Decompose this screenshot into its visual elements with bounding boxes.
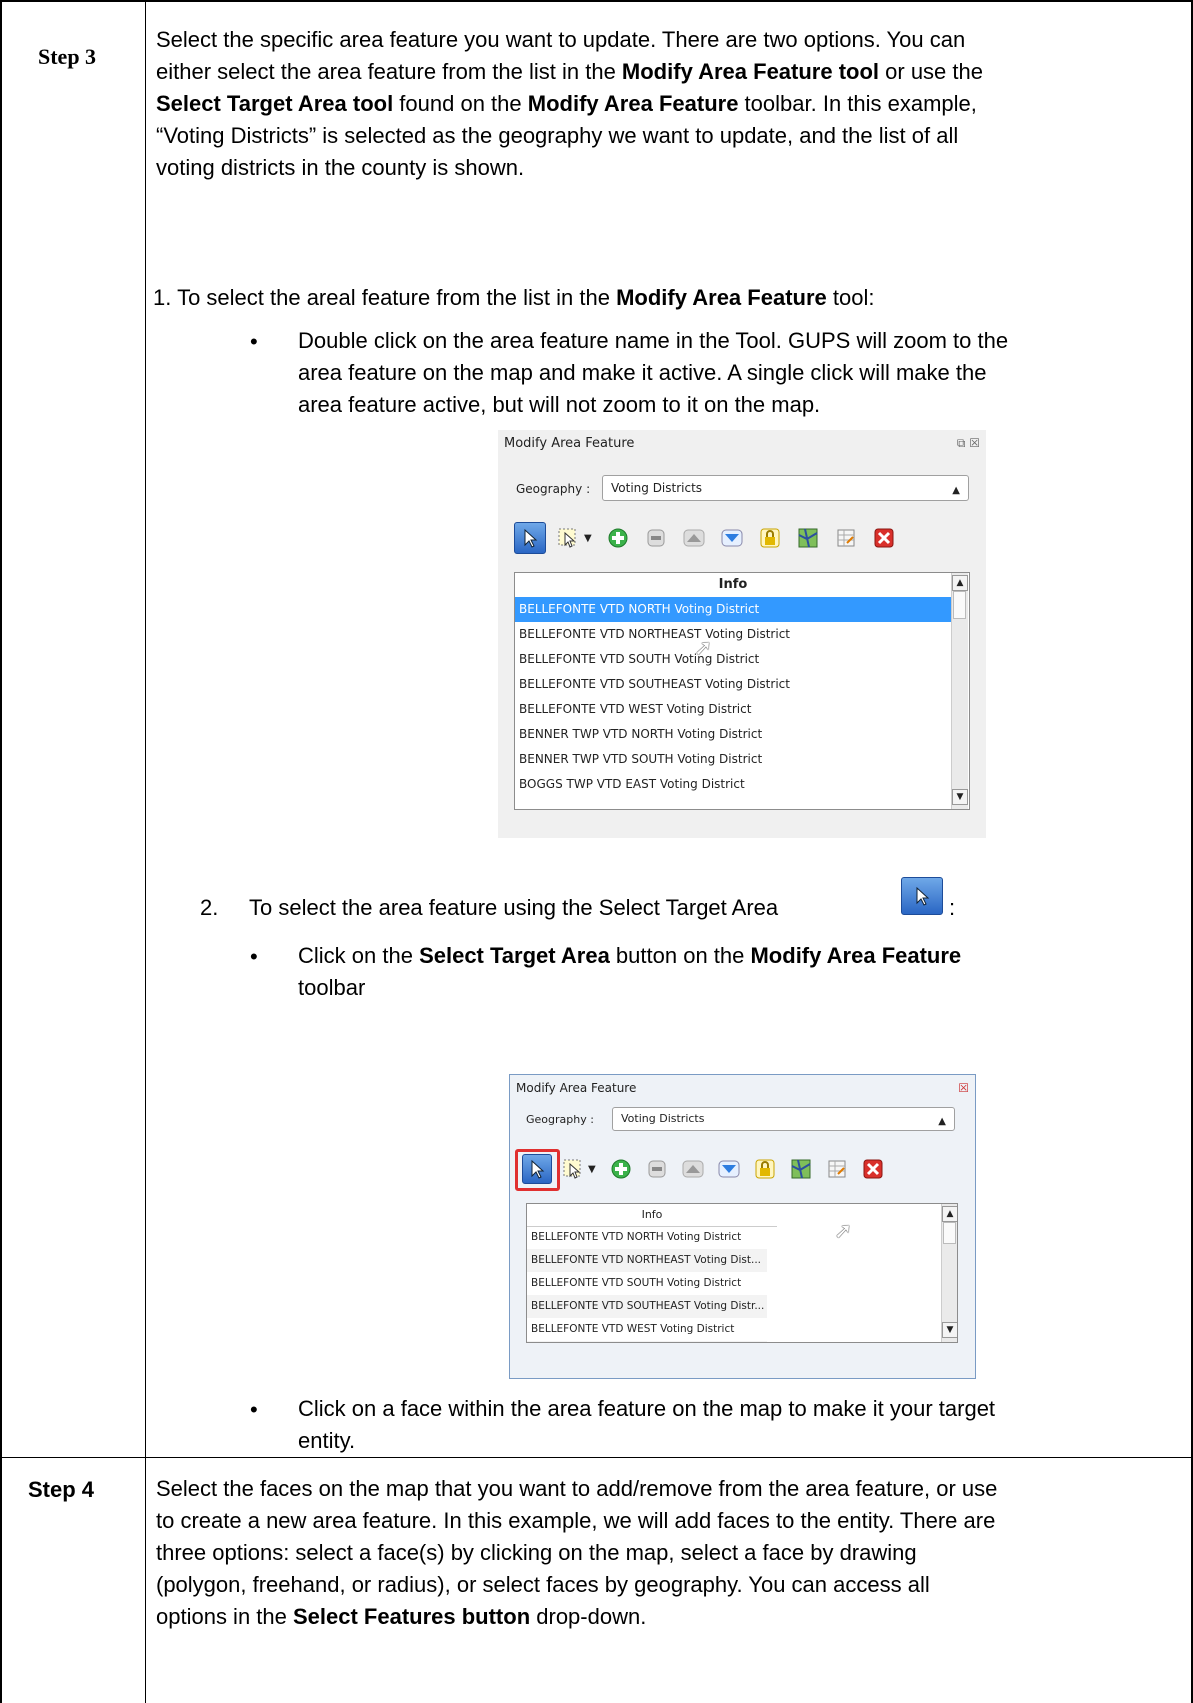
vertical-scrollbar[interactable]: ▲ ▼ — [951, 573, 968, 809]
option-1-text: 1. To select the areal feature from the … — [153, 285, 875, 310]
table-border-top — [0, 0, 1193, 2]
highlight-box — [515, 1149, 560, 1191]
table-icon[interactable] — [830, 522, 862, 554]
info-listbox[interactable]: Info BELLEFONTE VTD NORTH Voting Distric… — [514, 572, 970, 810]
option-2-number: 2. — [200, 895, 219, 920]
option-2-text: To select the area feature using the Sel… — [249, 895, 779, 920]
text-line: three options: select a face(s) by click… — [156, 1540, 917, 1565]
geography-select[interactable]: Voting Districts ▲ — [612, 1107, 955, 1131]
lock-icon[interactable] — [750, 1154, 780, 1184]
list-item[interactable]: BENNER TWP VTD SOUTH Voting District — [515, 747, 951, 772]
add-icon[interactable] — [606, 1154, 636, 1184]
panel-title: Modify Area Feature — [504, 436, 635, 451]
scroll-up-button[interactable]: ▲ — [952, 575, 968, 591]
close-red-icon[interactable] — [868, 522, 900, 554]
text-line: Select the specific area feature you wan… — [156, 27, 966, 52]
move-up-icon[interactable] — [678, 1154, 708, 1184]
list-item[interactable]: BELLEFONTE VTD WEST Voting District — [515, 697, 951, 722]
text-line: (polygon, freehand, or radius), or selec… — [156, 1572, 930, 1597]
select-arrows-icon: ▲ — [952, 485, 960, 496]
text-line: voting districts in the county is shown. — [156, 155, 525, 180]
scroll-thumb[interactable] — [943, 1222, 956, 1244]
text-line: options in the Select Features button dr… — [156, 1604, 647, 1629]
text-line: area feature active, but will not zoom t… — [298, 392, 821, 417]
mouse-cursor-icon: ➚ — [834, 1219, 853, 1244]
select-arrows-icon: ▲ — [938, 1116, 946, 1127]
list-item[interactable]: BELLEFONTE VTD SOUTH Voting District — [527, 1272, 767, 1295]
vertical-scrollbar[interactable]: ▲ ▼ — [941, 1204, 957, 1342]
text-line: Select Target Area tool found on the Mod… — [156, 91, 977, 116]
select-features-dropdown-icon[interactable] — [552, 522, 584, 554]
dropdown-arrow-icon[interactable]: ▼ — [588, 1164, 596, 1175]
step-3-label: Step 3 — [38, 44, 97, 69]
info-column-header[interactable]: Info — [527, 1204, 777, 1227]
select-target-area-icon — [901, 877, 943, 915]
geography-label: Geography : — [526, 1113, 594, 1126]
scroll-down-button[interactable]: ▼ — [952, 789, 968, 805]
list-item[interactable]: BELLEFONTE VTD NORTH Voting District — [515, 597, 951, 622]
close-red-icon[interactable] — [858, 1154, 888, 1184]
table-icon[interactable] — [822, 1154, 852, 1184]
scroll-up-button[interactable]: ▲ — [942, 1206, 957, 1222]
list-item[interactable]: BELLEFONTE VTD SOUTHEAST Voting District — [515, 672, 951, 697]
scroll-thumb[interactable] — [953, 591, 966, 619]
text-line: Double click on the area feature name in… — [298, 328, 1009, 353]
column-divider — [145, 0, 146, 1703]
move-down-icon[interactable] — [714, 1154, 744, 1184]
text-line: area feature on the map and make it acti… — [298, 360, 987, 385]
geography-select[interactable]: Voting Districts ▲ — [602, 475, 969, 501]
bullet-dot: • — [250, 1397, 258, 1422]
select-features-dropdown-icon[interactable] — [558, 1154, 588, 1184]
select-target-area-icon[interactable] — [514, 522, 546, 554]
step-4-label: Step 4 — [28, 1477, 95, 1502]
add-icon[interactable] — [602, 522, 634, 554]
scroll-down-button[interactable]: ▼ — [942, 1322, 957, 1338]
list-item[interactable]: BELLEFONTE VTD NORTHEAST Voting Dist... — [527, 1249, 767, 1272]
modify-area-feature-panel-1: Modify Area Feature ⧉ ☒ Geography : Voti… — [498, 430, 986, 838]
text-line: Click on a face within the area feature … — [298, 1396, 996, 1421]
instruction-table — [0, 0, 1193, 1703]
text-line: to create a new area feature. In this ex… — [156, 1508, 996, 1533]
mouse-cursor-icon: ➚ — [694, 636, 713, 661]
geography-label: Geography : — [516, 482, 591, 496]
panel-title: Modify Area Feature — [516, 1081, 637, 1095]
bullet-dot: • — [250, 329, 258, 354]
map-icon[interactable] — [786, 1154, 816, 1184]
list-item[interactable]: BELLEFONTE VTD NORTHEAST Voting District — [515, 622, 951, 647]
list-item[interactable]: BOGGS TWP VTD EAST Voting District — [515, 772, 951, 797]
panel-close-icon[interactable]: ☒ — [958, 1081, 969, 1095]
bullet-dot: • — [250, 944, 258, 969]
remove-icon[interactable] — [640, 522, 672, 554]
list-item[interactable]: BELLEFONTE VTD SOUTHEAST Voting Distr... — [527, 1295, 767, 1318]
text-line: either select the area feature from the … — [156, 59, 983, 84]
map-icon[interactable] — [792, 522, 824, 554]
list-item[interactable]: BELLEFONTE VTD SOUTH Voting District — [515, 647, 951, 672]
lock-icon[interactable] — [754, 522, 786, 554]
list-item[interactable]: BELLEFONTE VTD NORTH Voting District — [527, 1226, 767, 1249]
info-listbox[interactable]: Info BELLEFONTE VTD NORTH Voting Distric… — [526, 1203, 958, 1343]
table-border-left — [0, 0, 2, 1703]
panel-title-buttons[interactable]: ⧉ ☒ — [957, 436, 980, 451]
list-item[interactable]: BENNER TWP VTD NORTH Voting District — [515, 722, 951, 747]
option-2-colon: : — [949, 895, 956, 920]
text-line: Click on the Select Target Area button o… — [298, 943, 962, 968]
dropdown-arrow-icon[interactable]: ▼ — [584, 533, 592, 544]
modify-area-feature-panel-2: Modify Area Feature ☒ Geography : Voting… — [509, 1074, 976, 1379]
row-divider — [0, 1457, 1193, 1458]
move-down-icon[interactable] — [716, 522, 748, 554]
text-line: entity. — [298, 1428, 356, 1453]
move-up-icon[interactable] — [678, 522, 710, 554]
text-line: toolbar — [298, 975, 366, 1000]
list-item[interactable]: BENNER TWP VTD NORTH Voting District — [527, 1341, 767, 1342]
info-column-header[interactable]: Info — [515, 573, 951, 598]
list-item[interactable]: BELLEFONTE VTD WEST Voting District — [527, 1318, 767, 1341]
remove-icon[interactable] — [642, 1154, 672, 1184]
text-line: Select the faces on the map that you wan… — [156, 1476, 998, 1501]
text-line: “Voting Districts” is selected as the ge… — [156, 123, 959, 148]
